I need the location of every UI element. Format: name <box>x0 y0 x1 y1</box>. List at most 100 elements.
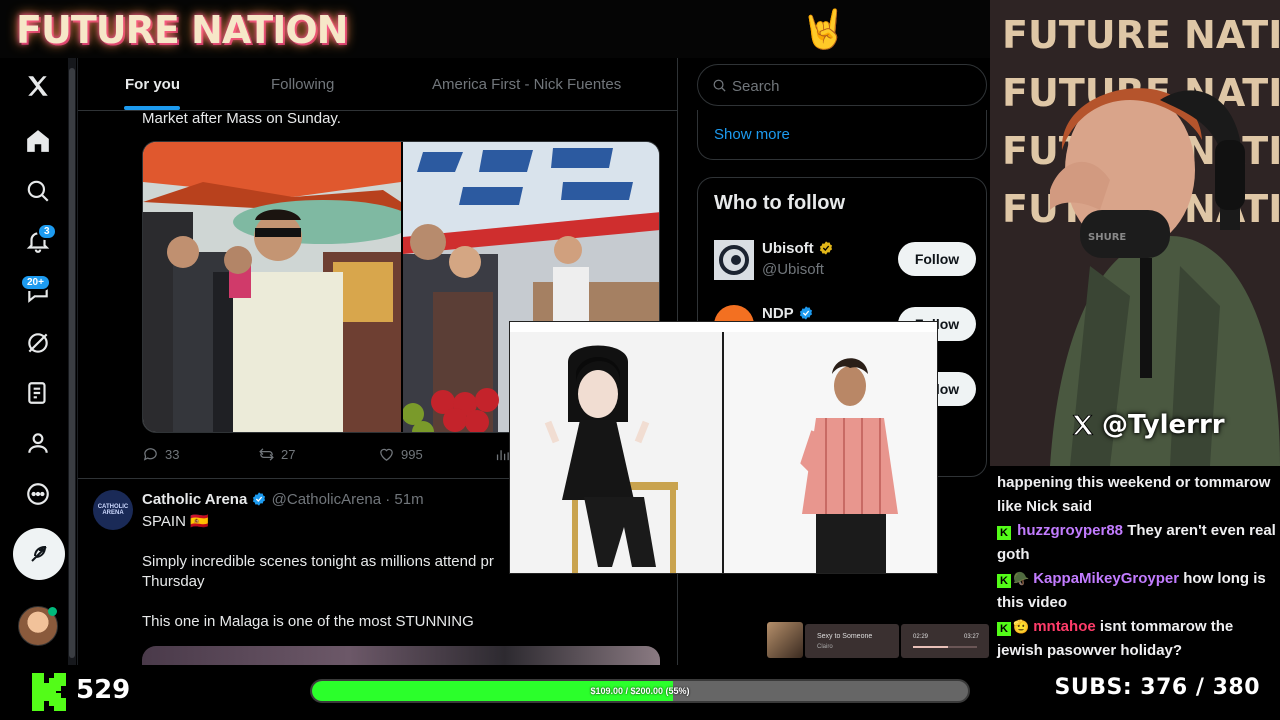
stream-header: FUTURE NATION 🤘 <box>0 0 990 58</box>
sidebar-scrollbar[interactable] <box>68 58 76 665</box>
repost-count: 27 <box>281 447 296 462</box>
tweet-author-name[interactable]: Catholic Arena <box>142 491 247 508</box>
catholic-arena-avatar[interactable]: CATHOLIC ARENA <box>93 490 133 530</box>
stream-bottom-bar: 529 $109.00 / $200.00 (55%) SUBS: 376 / … <box>0 665 1280 720</box>
svg-text:FUTURE NATION: FUTURE NATION <box>1002 13 1280 57</box>
search-box[interactable] <box>697 64 987 106</box>
reply-icon <box>143 448 157 461</box>
views-button[interactable] <box>494 446 511 463</box>
total-time: 03:27 <box>963 634 979 640</box>
chat-message-text: happening this weekend or tommarow like … <box>997 474 1271 515</box>
account-name[interactable]: Ubisoft <box>762 240 834 257</box>
chat-username[interactable]: mntahoe <box>1033 618 1096 635</box>
x-logo-icon[interactable] <box>18 66 58 106</box>
tweet-photo-1[interactable] <box>143 142 401 432</box>
gold-verified-badge-icon <box>819 241 832 255</box>
emote-icon: 🫡 <box>1013 619 1030 634</box>
repost-icon <box>259 448 274 461</box>
follow-suggestion[interactable]: Ubisoft @Ubisoft Follow <box>714 238 976 282</box>
chat-username[interactable]: KappaMikeyGroyper <box>1033 570 1179 587</box>
reply-count: 33 <box>165 447 180 462</box>
tweet-actions: 33 27 995 <box>142 446 562 466</box>
streamer-handle: @Tylerrr <box>1102 410 1225 440</box>
svg-text:SHURE: SHURE <box>1088 232 1126 243</box>
verified-badge-icon <box>799 306 812 320</box>
profile-icon[interactable] <box>18 423 58 463</box>
follow-button[interactable]: Follow <box>898 242 976 276</box>
search-input[interactable] <box>732 76 972 96</box>
repost-button[interactable]: 27 <box>258 446 295 463</box>
trends-card: Show more <box>697 110 987 160</box>
tab-for-you[interactable]: For you <box>125 76 180 93</box>
now-playing-widget: Sexy to Someone Clairo 02:29 03:27 <box>767 622 989 660</box>
track-progress: 02:29 03:27 <box>901 624 989 658</box>
scrollbar-thumb[interactable] <box>69 68 75 658</box>
video-overlay[interactable] <box>510 322 937 573</box>
account-name[interactable]: NDP <box>762 305 814 322</box>
like-count: 995 <box>401 447 423 462</box>
online-status-dot <box>48 607 57 616</box>
feed-tabs: For you Following America First - Nick F… <box>78 58 677 111</box>
lists-icon[interactable] <box>18 373 58 413</box>
elapsed-time: 02:29 <box>913 634 929 640</box>
track-artist: Clairo <box>817 644 833 650</box>
views-icon <box>496 450 509 461</box>
chat-message: K 🪖 KappaMikeyGroyper how long is this vid… <box>997 567 1277 615</box>
kick-badge-icon: K <box>997 622 1011 636</box>
who-to-follow-title: Who to follow <box>714 192 846 214</box>
subs-value: 376 / 380 <box>1140 675 1260 700</box>
subs-counter: SUBS: 376 / 380 <box>1055 675 1261 700</box>
heart-icon <box>380 448 393 461</box>
x-logo-icon <box>1072 414 1094 436</box>
account-handle: @Ubisoft <box>762 261 824 278</box>
tweet-text: Market after Mass on Sunday. <box>142 110 341 127</box>
track-info: Sexy to Someone Clairo <box>805 624 899 658</box>
show-more-link[interactable]: Show more <box>714 126 790 143</box>
subs-label: SUBS: <box>1054 675 1133 700</box>
kick-logo-icon <box>32 673 66 711</box>
rock-hand-icon: 🤘 <box>800 9 848 51</box>
messages-badge: 20+ <box>20 274 51 291</box>
tweet-header: Catholic Arena @CatholicArena · 51m <box>142 490 424 510</box>
grok-icon[interactable] <box>18 323 58 363</box>
tweet-line: SPAIN 🇪🇸 <box>142 513 209 530</box>
brand-logo: FUTURE NATION <box>16 8 348 52</box>
verified-badge-icon <box>253 492 266 506</box>
chat-message: K 🫡 mntahoe isnt tommarow the jewish pasow… <box>997 615 1277 663</box>
donation-goal-label: $109.00 / $200.00 (55%) <box>590 686 690 696</box>
video-split-divider <box>722 332 724 573</box>
tweet-line: Thursday <box>142 573 205 590</box>
track-progress-bar <box>913 646 977 648</box>
track-title: Sexy to Someone <box>817 633 873 640</box>
search-icon <box>713 79 726 92</box>
kick-badge-icon: K <box>997 574 1011 588</box>
track-progress-fill <box>913 646 949 648</box>
kick-badge-icon: K <box>997 526 1011 540</box>
feather-icon <box>31 545 47 562</box>
x-sidebar: 3 20+ <box>0 58 78 665</box>
chat-panel: happening this weekend or tommarow like … <box>990 466 1280 666</box>
album-cover <box>767 622 803 658</box>
tab-following[interactable]: Following <box>271 76 334 93</box>
explore-icon[interactable] <box>18 171 58 211</box>
chat-message: happening this weekend or tommarow like … <box>997 471 1277 519</box>
like-button[interactable]: 995 <box>378 446 423 463</box>
home-icon[interactable] <box>18 121 58 161</box>
tweet-line: Simply incredible scenes tonight as mill… <box>142 553 494 570</box>
ubisoft-avatar[interactable] <box>714 240 754 280</box>
post-button[interactable] <box>13 528 65 580</box>
donation-goal-bar: $109.00 / $200.00 (55%) <box>310 679 970 703</box>
tab-america-first[interactable]: America First - Nick Fuentes <box>432 76 621 93</box>
chat-message: K huzzgroyper88 They aren't even real go… <box>997 519 1277 567</box>
tweet-line: This one in Malaga is one of the most ST… <box>142 613 474 630</box>
reply-button[interactable]: 33 <box>142 446 179 463</box>
tweet-author-handle[interactable]: @CatholicArena · 51m <box>272 491 424 508</box>
follower-count: 529 <box>76 675 131 705</box>
webcam-feed: FUTURE NATION FUTURE NATION FUTURE NATIO… <box>990 0 1280 466</box>
chat-username[interactable]: huzzgroyper88 <box>1017 522 1123 539</box>
tweet-media-preview[interactable] <box>142 646 660 665</box>
notifications-badge: 3 <box>37 223 57 240</box>
more-icon[interactable] <box>18 474 58 514</box>
social-handle-overlay: @Tylerrr <box>1070 410 1225 440</box>
emote-icon: 🪖 <box>1013 571 1030 586</box>
